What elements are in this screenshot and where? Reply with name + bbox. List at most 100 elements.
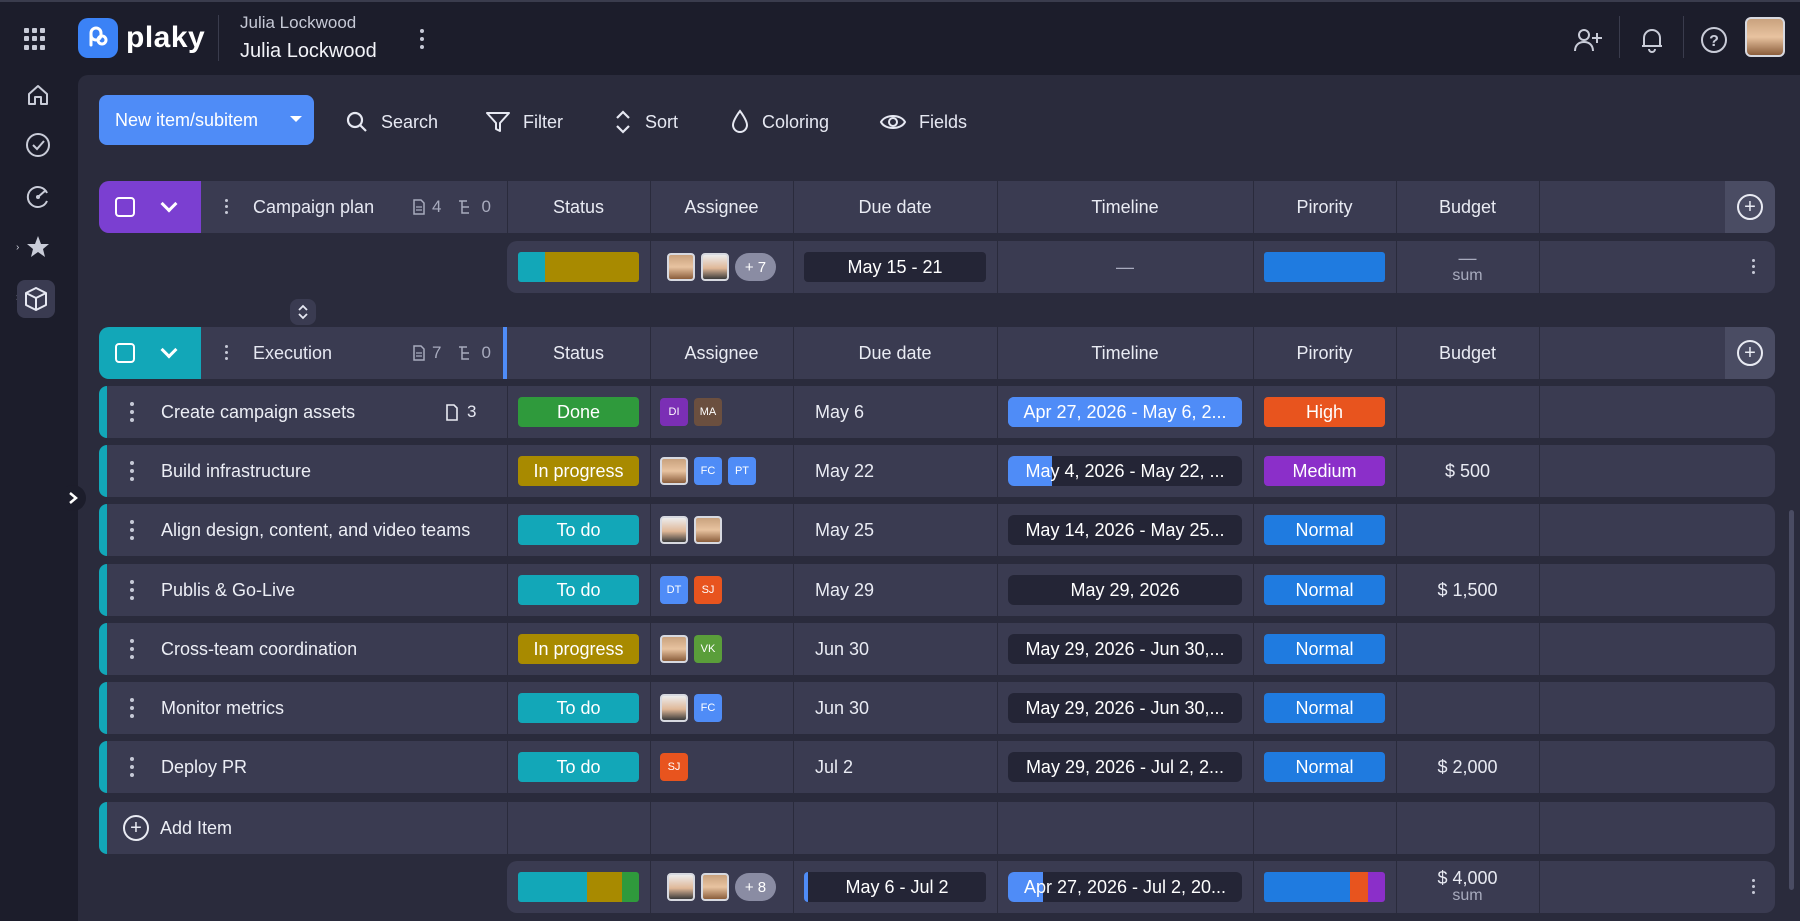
priority-badge[interactable]: High (1264, 397, 1385, 427)
user-avatar[interactable] (1745, 17, 1785, 57)
assignee-cell[interactable]: VK (650, 623, 793, 675)
item-menu-icon[interactable] (130, 580, 134, 600)
timeline-cell[interactable]: May 29, 2026 - Jun 30,... (997, 682, 1253, 734)
item-files[interactable]: 3 (445, 386, 476, 438)
chevron-down-icon[interactable] (290, 116, 302, 122)
more-assignees-badge[interactable]: + 7 (734, 253, 777, 281)
timeline-cell[interactable]: May 4, 2026 - May 22, ... (997, 445, 1253, 497)
board-menu-icon[interactable] (420, 29, 424, 49)
status-cell[interactable]: To do (507, 682, 650, 734)
add-item-label[interactable]: Add Item (160, 802, 232, 854)
status-cell[interactable]: To do (507, 564, 650, 616)
item-name[interactable]: Publis & Go-Live (161, 564, 295, 616)
priority-badge[interactable]: Medium (1264, 456, 1385, 486)
item-name[interactable]: Deploy PR (161, 741, 247, 793)
expand-collapse-icon[interactable] (290, 299, 316, 325)
sort-button[interactable]: Sort (613, 107, 678, 137)
avatar[interactable]: SJ (694, 576, 722, 604)
budget-cell[interactable] (1396, 682, 1539, 734)
item-menu-icon[interactable] (130, 461, 134, 481)
budget-cell[interactable]: $ 500 (1396, 445, 1539, 497)
item-menu-icon[interactable] (130, 639, 134, 659)
table-row[interactable]: Create campaign assets 3 Done DI MA May 6 Apr … (99, 386, 1775, 438)
priority-badge[interactable]: Normal (1264, 515, 1385, 545)
expand-favorites-icon[interactable]: › (16, 242, 19, 253)
board-title[interactable]: Julia Lockwood (240, 40, 377, 63)
group-name[interactable]: Execution (253, 327, 332, 379)
priority-cell[interactable]: Medium (1253, 445, 1396, 497)
help-icon[interactable]: ? (1698, 24, 1730, 56)
column-header-status[interactable]: Status (507, 327, 650, 379)
due-date-cell[interactable]: Jun 30 (793, 682, 997, 734)
budget-cell[interactable] (1396, 504, 1539, 556)
avatar[interactable]: FC (694, 694, 722, 722)
new-item-button[interactable]: New item/subitem (99, 95, 314, 145)
search-button[interactable]: Search (345, 107, 438, 137)
avatar[interactable]: MA (694, 398, 722, 426)
timeline-cell[interactable]: May 29, 2026 - Jun 30,... (997, 623, 1253, 675)
timeline-cell[interactable]: Apr 27, 2026 - May 6, 2... (997, 386, 1253, 438)
summary-menu-icon[interactable] (1752, 879, 1755, 894)
timeline-cell[interactable]: May 14, 2026 - May 25... (997, 504, 1253, 556)
status-cell[interactable]: In progress (507, 445, 650, 497)
priority-badge[interactable]: Normal (1264, 634, 1385, 664)
plaky-logo[interactable]: plaky (78, 18, 205, 58)
drag-handle-icon[interactable] (225, 199, 228, 214)
column-header-timeline[interactable]: Timeline (997, 327, 1253, 379)
column-header-status[interactable]: Status (507, 181, 650, 233)
table-row[interactable]: Align design, content, and video teams To… (99, 504, 1775, 556)
avatar[interactable]: SJ (660, 753, 688, 781)
tasks-check-icon[interactable] (22, 129, 54, 161)
apps-grid-icon[interactable] (24, 28, 46, 50)
priority-badge[interactable]: Normal (1264, 575, 1385, 605)
avatar[interactable]: PT (728, 457, 756, 485)
item-menu-icon[interactable] (130, 520, 134, 540)
status-badge[interactable]: To do (518, 693, 639, 723)
budget-cell[interactable]: $ 2,000 (1396, 741, 1539, 793)
budget-cell[interactable] (1396, 386, 1539, 438)
status-badge[interactable]: To do (518, 752, 639, 782)
column-header-budget[interactable]: Budget (1396, 181, 1539, 233)
column-header-assignee[interactable]: Assignee (650, 181, 793, 233)
budget-cell[interactable] (1396, 623, 1539, 675)
group-name[interactable]: Campaign plan (253, 181, 374, 233)
status-badge[interactable]: To do (518, 575, 639, 605)
more-assignees-badge[interactable]: + 8 (734, 873, 777, 901)
assignee-cell[interactable]: DT SJ (650, 564, 793, 616)
table-row[interactable]: Publis & Go-Live To do DT SJ May 29 May 29, 2… (99, 564, 1775, 616)
avatar[interactable]: VK (694, 635, 722, 663)
avatar[interactable]: FC (694, 457, 722, 485)
add-item-plus-icon[interactable]: + (123, 815, 149, 841)
vertical-scrollbar[interactable] (1789, 510, 1794, 890)
table-row[interactable]: Cross-team coordination In progress VK Jun … (99, 623, 1775, 675)
invite-user-icon[interactable] (1572, 24, 1604, 56)
avatar[interactable] (660, 635, 688, 663)
item-name[interactable]: Align design, content, and video teams (161, 504, 470, 556)
status-badge[interactable]: In progress (518, 456, 639, 486)
column-header-due-date[interactable]: Due date (793, 327, 997, 379)
avatar[interactable] (660, 694, 688, 722)
priority-cell[interactable]: Normal (1253, 623, 1396, 675)
due-date-cell[interactable]: May 22 (793, 445, 997, 497)
avatar[interactable]: DT (660, 576, 688, 604)
item-name[interactable]: Monitor metrics (161, 682, 284, 734)
table-row[interactable]: Build infrastructure In progress FC PT May 2… (99, 445, 1775, 497)
due-date-cell[interactable]: May 6 (793, 386, 997, 438)
status-cell[interactable]: In progress (507, 623, 650, 675)
due-date-cell[interactable]: Jul 2 (793, 741, 997, 793)
item-name[interactable]: Create campaign assets (161, 386, 355, 438)
assignee-cell[interactable]: FC PT (650, 445, 793, 497)
assignee-cell[interactable]: DI MA (650, 386, 793, 438)
priority-cell[interactable]: Normal (1253, 504, 1396, 556)
column-header-timeline[interactable]: Timeline (997, 181, 1253, 233)
table-row[interactable]: Monitor metrics To do FC Jun 30 May 29, 2026… (99, 682, 1775, 734)
avatar[interactable] (660, 516, 688, 544)
column-header-priority[interactable]: Pirority (1253, 327, 1396, 379)
assignee-cell[interactable]: SJ (650, 741, 793, 793)
avatar[interactable] (660, 457, 688, 485)
priority-cell[interactable]: Normal (1253, 564, 1396, 616)
status-cell[interactable]: To do (507, 504, 650, 556)
priority-badge[interactable]: Normal (1264, 693, 1385, 723)
home-icon[interactable] (22, 79, 54, 111)
item-menu-icon[interactable] (130, 698, 134, 718)
